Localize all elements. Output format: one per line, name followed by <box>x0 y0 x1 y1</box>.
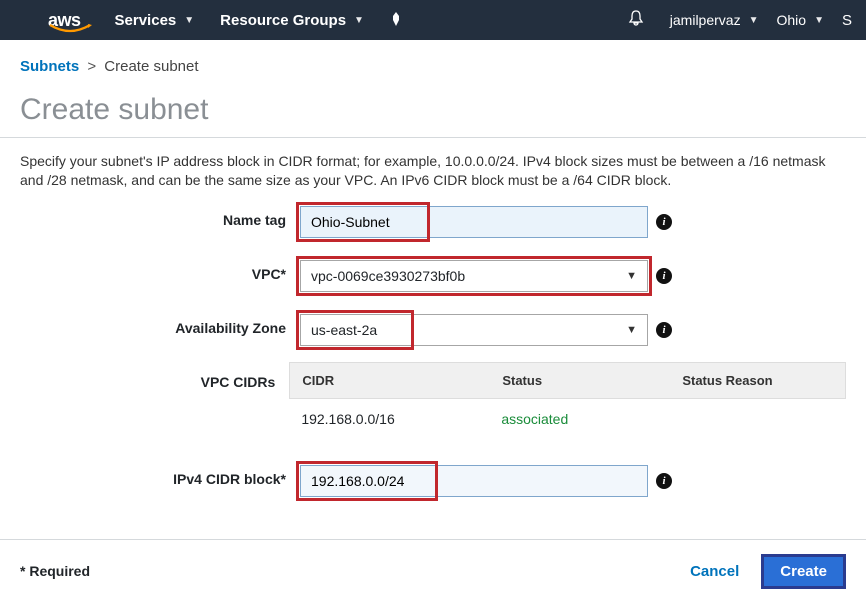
label-az: Availability Zone <box>20 314 300 336</box>
row-vpc: VPC* vpc-0069ce3930273bf0b ▼ i <box>20 260 846 292</box>
label-ipv4: IPv4 CIDR block* <box>20 465 300 487</box>
required-note: * Required <box>20 563 90 579</box>
breadcrumb-sep: > <box>87 58 96 75</box>
chevron-down-icon: ▼ <box>184 15 194 26</box>
row-az: Availability Zone us-east-2a ▼ i <box>20 314 846 346</box>
breadcrumb-root[interactable]: Subnets <box>20 58 79 75</box>
nav-services[interactable]: Services ▼ <box>115 12 195 29</box>
th-cidr: CIDR <box>290 363 490 398</box>
info-ipv4[interactable]: i <box>656 465 672 489</box>
chevron-down-icon: ▼ <box>626 270 637 282</box>
create-subnet-form: Name tag i VPC* vpc-0069ce3930273bf0b ▼ … <box>0 202 866 539</box>
top-nav: aws Services ▼ Resource Groups ▼ jamilpe… <box>0 0 866 40</box>
nav-region[interactable]: Ohio ▼ <box>777 12 824 28</box>
cancel-button[interactable]: Cancel <box>690 563 739 580</box>
nav-user[interactable]: jamilpervaz ▼ <box>670 12 759 28</box>
chevron-down-icon: ▼ <box>814 15 824 26</box>
info-name-tag[interactable]: i <box>656 206 672 230</box>
table-header: CIDR Status Status Reason <box>289 362 846 399</box>
az-select[interactable]: us-east-2a ▼ <box>300 314 648 346</box>
nav-region-label: Ohio <box>777 12 807 28</box>
label-vpc: VPC* <box>20 260 300 282</box>
pin-icon[interactable] <box>390 12 402 29</box>
chevron-down-icon: ▼ <box>626 324 637 336</box>
th-reason: Status Reason <box>670 363 845 398</box>
vpc-select-value: vpc-0069ce3930273bf0b <box>311 268 465 284</box>
row-name-tag: Name tag i <box>20 206 846 238</box>
nav-support[interactable]: S <box>842 12 852 29</box>
info-icon: i <box>656 268 672 284</box>
table-row: 192.168.0.0/16 associated <box>289 399 846 439</box>
nav-services-label: Services <box>115 12 177 29</box>
info-icon: i <box>656 473 672 489</box>
page-title: Create subnet <box>0 79 866 138</box>
bell-icon[interactable] <box>628 10 644 31</box>
page-description: Specify your subnet's IP address block i… <box>0 138 866 202</box>
label-name-tag: Name tag <box>20 206 300 228</box>
vpc-select[interactable]: vpc-0069ce3930273bf0b ▼ <box>300 260 648 292</box>
breadcrumb: Subnets > Create subnet <box>0 40 866 79</box>
info-vpc[interactable]: i <box>656 260 672 284</box>
td-reason <box>669 399 846 439</box>
label-vpc-cidrs: VPC CIDRs <box>20 368 289 390</box>
name-tag-input[interactable] <box>300 206 648 238</box>
td-cidr: 192.168.0.0/16 <box>289 399 489 439</box>
td-status: associated <box>489 399 669 439</box>
info-icon: i <box>656 214 672 230</box>
info-az[interactable]: i <box>656 314 672 338</box>
chevron-down-icon: ▼ <box>749 15 759 26</box>
az-select-value: us-east-2a <box>311 322 377 338</box>
footer: * Required Cancel Create <box>0 539 866 603</box>
nav-resource-groups-label: Resource Groups <box>220 12 346 29</box>
row-vpc-cidrs: VPC CIDRs CIDR Status Status Reason 192.… <box>20 368 846 439</box>
nav-resource-groups[interactable]: Resource Groups ▼ <box>220 12 364 29</box>
th-status: Status <box>490 363 670 398</box>
create-button[interactable]: Create <box>761 554 846 589</box>
ipv4-cidr-input[interactable] <box>300 465 648 497</box>
info-icon: i <box>656 322 672 338</box>
breadcrumb-current: Create subnet <box>104 58 198 75</box>
vpc-cidr-table: CIDR Status Status Reason 192.168.0.0/16… <box>289 362 846 439</box>
row-ipv4: IPv4 CIDR block* i <box>20 465 846 497</box>
nav-user-label: jamilpervaz <box>670 12 741 28</box>
chevron-down-icon: ▼ <box>354 15 364 26</box>
aws-smile-icon <box>48 23 92 35</box>
